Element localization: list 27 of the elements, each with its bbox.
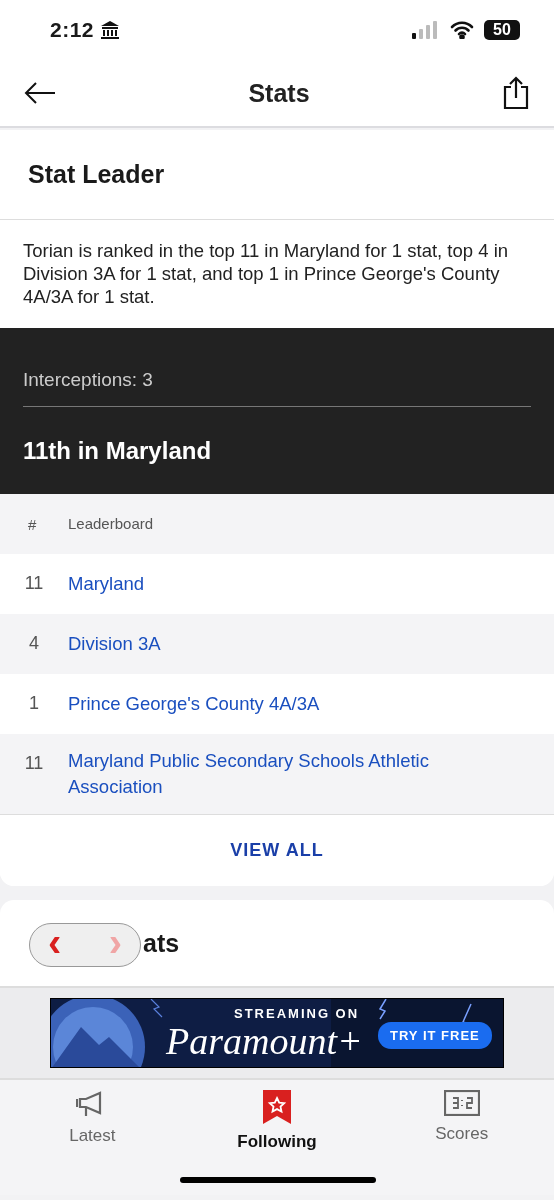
column-header: #: [27, 515, 38, 533]
rank-headline: 11th in Maryland: [23, 436, 212, 465]
ranking-summary: Torian is ranked in the top 11 in Maryland for 1 stat, top 4 in Division 3A for 1 stat, and top 1 in Prince George's County 4A/3A for 1 stat.: [22, 239, 510, 309]
section-heading: ats: [143, 928, 180, 958]
prev-arrow[interactable]: ‹: [48, 922, 62, 968]
rank-number: 11: [23, 572, 45, 594]
try-free-button[interactable]: TRY IT FREE: [378, 1022, 492, 1049]
stat-label: Interceptions: 3: [23, 369, 153, 391]
leaderboard-link[interactable]: Maryland Public Secondary Schools Athletic Association: [68, 734, 554, 814]
pager-control[interactable]: ‹ ›: [29, 923, 141, 967]
column-header: Leaderboard: [68, 514, 154, 534]
section-heading: Stat Leader: [0, 130, 554, 220]
ad-banner[interactable]: STREAMING ON Paramount+ TRY IT FREE: [50, 998, 504, 1068]
tab-bar-item[interactable]: Latest: [0, 1080, 185, 1195]
leaderboard-link[interactable]: Prince George's County 4A/3A: [68, 677, 360, 731]
clock-time: 2:12: [50, 18, 95, 42]
ad-tagline: STREAMING ON: [234, 1006, 360, 1021]
rank-number: 4: [28, 632, 40, 654]
leaderboard-link[interactable]: Maryland: [68, 557, 185, 611]
rank-number: 1: [28, 692, 40, 714]
page-title: Stats: [247, 78, 311, 108]
leaderboard-link[interactable]: Division 3A: [68, 617, 201, 671]
tab-bar-item[interactable]: Following: [184, 1080, 370, 1195]
rank-number: 11: [23, 752, 45, 774]
ad-brand: Paramount+: [166, 1019, 363, 1063]
tab-bar-item[interactable]: Scores: [369, 1080, 554, 1195]
battery-icon: 50: [484, 20, 520, 40]
